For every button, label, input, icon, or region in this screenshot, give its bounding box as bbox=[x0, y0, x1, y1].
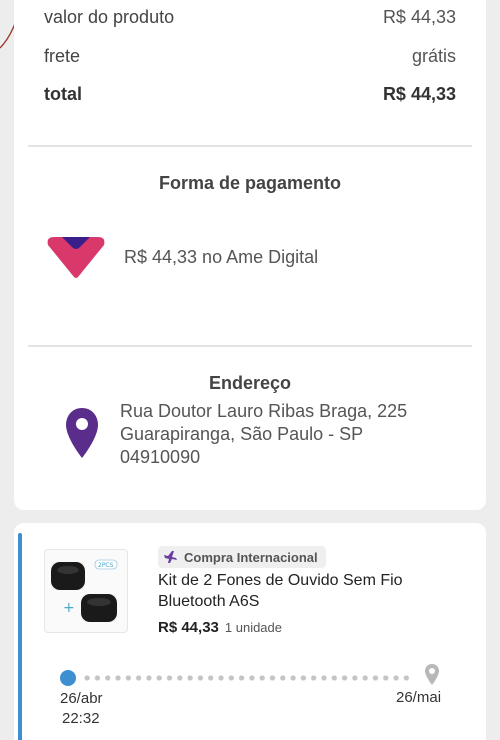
divider bbox=[28, 345, 472, 347]
timeline-start-dot bbox=[60, 670, 76, 686]
order-item-card[interactable]: + 2PCS Compra Internacional Kit de 2 Fon… bbox=[14, 523, 486, 740]
payment-title: Forma de pagamento bbox=[158, 173, 342, 193]
product-name[interactable]: Kit de 2 Fones de Ouvido Sem Fio Bluetoo… bbox=[158, 570, 458, 612]
address-title: Endereço bbox=[208, 373, 292, 393]
shipping-value: grátis bbox=[411, 46, 456, 66]
address-district: Guarapiranga, São Paulo - SP bbox=[120, 424, 364, 444]
timeline-progress-dots bbox=[82, 675, 412, 681]
start-date: 26/abr bbox=[60, 690, 103, 707]
earbuds-image: + 2PCS bbox=[51, 559, 118, 622]
product-value-label: valor do produto bbox=[44, 7, 175, 27]
international-badge: Compra Internacional bbox=[158, 546, 326, 568]
product-price: R$ 44,33 bbox=[158, 619, 219, 636]
address-street: Rua Doutor Lauro Ribas Braga, 225 bbox=[120, 401, 408, 421]
divider bbox=[28, 145, 472, 147]
svg-text:+: + bbox=[63, 600, 75, 616]
payment-text: R$ 44,33 no Ame Digital bbox=[124, 246, 319, 267]
address-block: Rua Doutor Lauro Ribas Braga, 225 Guarap… bbox=[64, 400, 407, 469]
timeline-start: 26/abr 22:32 bbox=[60, 689, 103, 729]
shipping-label: frete bbox=[44, 46, 81, 66]
product-value: R$ 44,33 bbox=[382, 7, 456, 27]
ame-digital-logo-icon bbox=[47, 237, 105, 278]
status-accent-bar bbox=[18, 533, 22, 740]
thumb-tag: 2PCS bbox=[98, 562, 114, 569]
product-quantity: 1 unidade bbox=[224, 620, 283, 635]
delivery-timeline bbox=[60, 663, 440, 693]
product-value-row: valor do produto R$ 44,33 bbox=[44, 7, 456, 28]
address-zipcode: 04910090 bbox=[120, 447, 201, 467]
end-date: 26/mai bbox=[396, 689, 442, 706]
total-row: total R$ 44,33 bbox=[44, 84, 456, 105]
badge-label: Compra Internacional bbox=[184, 549, 318, 565]
price-row: R$ 44,33 1 unidade bbox=[158, 619, 282, 636]
order-summary-card: valor do produto R$ 44,33 frete grátis t… bbox=[14, 0, 486, 510]
map-pin-icon bbox=[425, 664, 439, 685]
shipping-row: frete grátis bbox=[44, 46, 456, 67]
map-pin-icon bbox=[66, 408, 98, 458]
airplane-icon bbox=[164, 551, 177, 563]
total-value: R$ 44,33 bbox=[382, 84, 456, 104]
total-label: total bbox=[44, 84, 82, 104]
product-thumbnail[interactable]: + 2PCS bbox=[44, 549, 128, 633]
start-time: 22:32 bbox=[62, 710, 100, 727]
payment-method: R$ 44,33 no Ame Digital bbox=[44, 233, 318, 281]
address-text: Rua Doutor Lauro Ribas Braga, 225 Guarap… bbox=[120, 400, 407, 469]
